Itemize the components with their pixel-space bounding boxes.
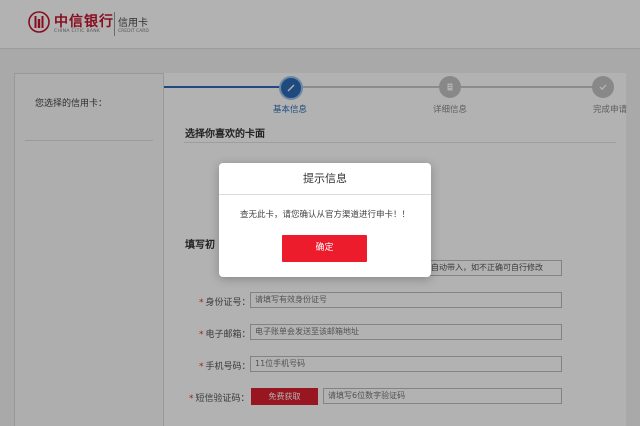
alert-dialog-message: 查无此卡，请您确认从官方渠道进行申卡！！ xyxy=(239,210,410,220)
alert-dialog: 提示信息 查无此卡，请您确认从官方渠道进行申卡！！ 确定 xyxy=(219,163,431,277)
confirm-button[interactable]: 确定 xyxy=(282,235,367,262)
alert-dialog-title: 提示信息 xyxy=(219,163,431,195)
